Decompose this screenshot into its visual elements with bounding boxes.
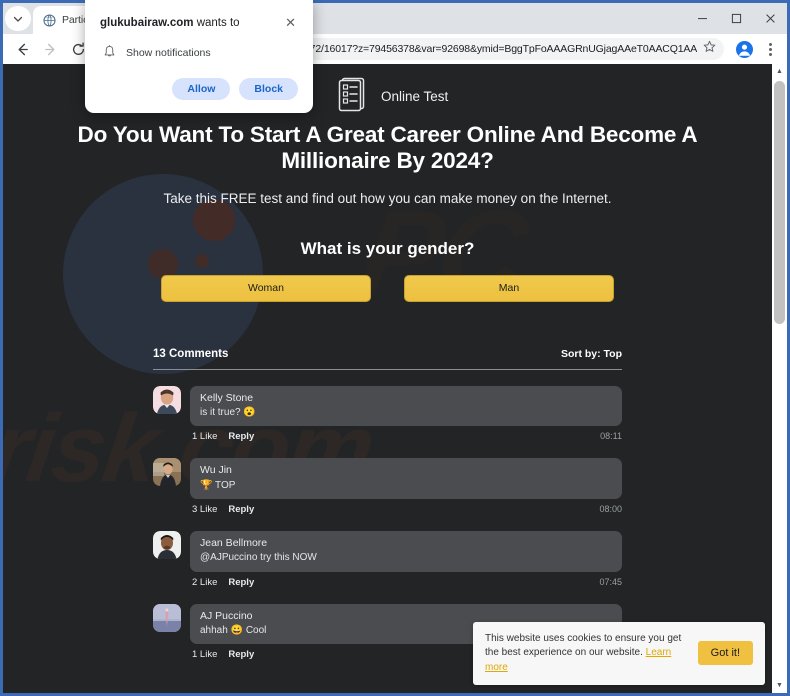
cookie-banner-text: This website uses cookies to ensure you … — [485, 632, 688, 676]
comment-likes[interactable]: 1 Like — [192, 649, 217, 660]
avatar-wu-jin — [153, 458, 181, 487]
comment-bubble: Jean Bellmore @AJPuccino try this NOW — [190, 531, 622, 572]
comments-header: 13 Comments Sort by: Top — [153, 348, 622, 370]
comments-count: 13 Comments — [153, 347, 229, 360]
survey-answers: Woman Man — [3, 274, 772, 302]
window-controls — [685, 3, 787, 34]
comment-body: Jean Bellmore @AJPuccino try this NOW 2 … — [190, 531, 622, 588]
comment-likes[interactable]: 1 Like — [192, 431, 217, 442]
notification-permission-label: Show notifications — [126, 47, 211, 60]
forward-icon[interactable] — [37, 36, 63, 62]
tab-search-area — [3, 3, 33, 34]
comments-section: 13 Comments Sort by: Top Kelly Stone is … — [153, 348, 622, 660]
comment-bubble: Wu Jin 🏆 TOP — [190, 458, 622, 500]
comment-author: Kelly Stone — [200, 391, 254, 404]
kebab-menu-icon[interactable] — [759, 36, 781, 62]
comment-item: Wu Jin 🏆 TOP 3 Like Reply 08:00 — [153, 458, 622, 515]
comment-body: Wu Jin 🏆 TOP 3 Like Reply 08:00 — [190, 458, 622, 515]
comment-timestamp: 07:45 — [599, 576, 622, 587]
comment-reply-button[interactable]: Reply — [228, 649, 254, 660]
scrollbar-down-arrow[interactable]: ▼ — [772, 678, 787, 693]
comment-item: Kelly Stone is it true? 😮 1 Like Reply 0… — [153, 385, 622, 442]
cookie-accept-button[interactable]: Got it! — [697, 641, 753, 666]
back-icon[interactable] — [9, 36, 35, 62]
site-logo-text: Online Test — [381, 88, 449, 104]
scrollbar-up-arrow[interactable]: ▲ — [772, 64, 787, 79]
comment-likes[interactable]: 2 Like — [192, 577, 217, 588]
notification-popup-title: glukubairaw.com wants to — [100, 16, 283, 31]
avatar-jean-bellmore — [153, 531, 181, 560]
notification-popup-header: glukubairaw.com wants to ✕ — [100, 16, 298, 31]
window-close-button[interactable] — [753, 3, 787, 34]
comment-timestamp: 08:11 — [600, 431, 622, 442]
notification-popup-title-suffix: wants to — [193, 17, 240, 29]
comment-author: Jean Bellmore — [200, 537, 268, 550]
comment-meta: 2 Like Reply 07:45 — [190, 572, 622, 588]
comment-author: Wu Jin — [200, 464, 232, 477]
survey-page: risk.com PC Online Test Do You Want To S… — [3, 64, 772, 693]
notification-popup-actions: Allow Block — [100, 77, 298, 100]
scrollbar-thumb[interactable] — [774, 81, 785, 324]
comment-bubble: Kelly Stone is it true? 😮 — [190, 385, 622, 427]
globe-icon — [42, 13, 56, 27]
tab-search-button[interactable] — [5, 6, 31, 31]
page-scrollbar[interactable]: ▲ ▼ — [772, 64, 787, 693]
page-viewport: risk.com PC Online Test Do You Want To S… — [3, 64, 787, 693]
notification-permission-popup: glukubairaw.com wants to ✕ Show notifica… — [85, 0, 313, 113]
comment-timestamp: 08:00 — [599, 504, 622, 515]
comment-item: Jean Bellmore @AJPuccino try this NOW 2 … — [153, 531, 622, 588]
clipboard-checklist-icon — [335, 76, 369, 117]
window-minimize-button[interactable] — [685, 3, 719, 34]
comment-reply-button[interactable]: Reply — [228, 431, 254, 442]
comments-sort-selector[interactable]: Sort by: Top — [561, 348, 622, 360]
window-maximize-button[interactable] — [719, 3, 753, 34]
comment-likes[interactable]: 3 Like — [192, 504, 217, 515]
cookie-consent-banner: This website uses cookies to ensure you … — [473, 621, 765, 685]
answer-button-man[interactable]: Man — [404, 274, 614, 302]
allow-button[interactable]: Allow — [172, 77, 231, 100]
survey-question: What is your gender? — [300, 238, 475, 258]
block-button[interactable]: Block — [239, 77, 298, 100]
comment-text: @AJPuccino try this NOW — [200, 552, 317, 564]
comment-meta: 3 Like Reply 08:00 — [190, 499, 622, 515]
avatar-kelly-stone — [153, 385, 181, 414]
comment-meta: 1 Like Reply 08:11 — [190, 426, 622, 442]
page-content: Online Test Do You Want To Start A Great… — [3, 64, 772, 660]
comment-text: 🏆 TOP — [200, 479, 236, 491]
profile-avatar-icon[interactable] — [731, 36, 757, 62]
comment-body: Kelly Stone is it true? 😮 1 Like Reply 0… — [190, 385, 622, 442]
page-subheadline: Take this FREE test and find out how you… — [163, 190, 612, 206]
notification-permission-row: Show notifications — [100, 45, 298, 62]
comment-reply-button[interactable]: Reply — [228, 504, 254, 515]
notification-popup-origin: glukubairaw.com — [100, 17, 194, 29]
avatar-aj-puccino — [153, 603, 181, 632]
comment-reply-button[interactable]: Reply — [228, 577, 254, 588]
browser-window: Participate in Our Exclusive Onl × + — [0, 0, 790, 696]
comment-author: AJ Puccino — [200, 609, 253, 622]
star-icon[interactable] — [703, 40, 716, 58]
page-headline: Do You Want To Start A Great Career Onli… — [77, 122, 698, 173]
scrollbar-track[interactable] — [772, 79, 787, 678]
comment-text: is it true? 😮 — [200, 406, 256, 418]
answer-button-woman[interactable]: Woman — [161, 274, 371, 302]
bell-icon — [103, 45, 116, 62]
close-icon[interactable]: ✕ — [283, 16, 298, 29]
